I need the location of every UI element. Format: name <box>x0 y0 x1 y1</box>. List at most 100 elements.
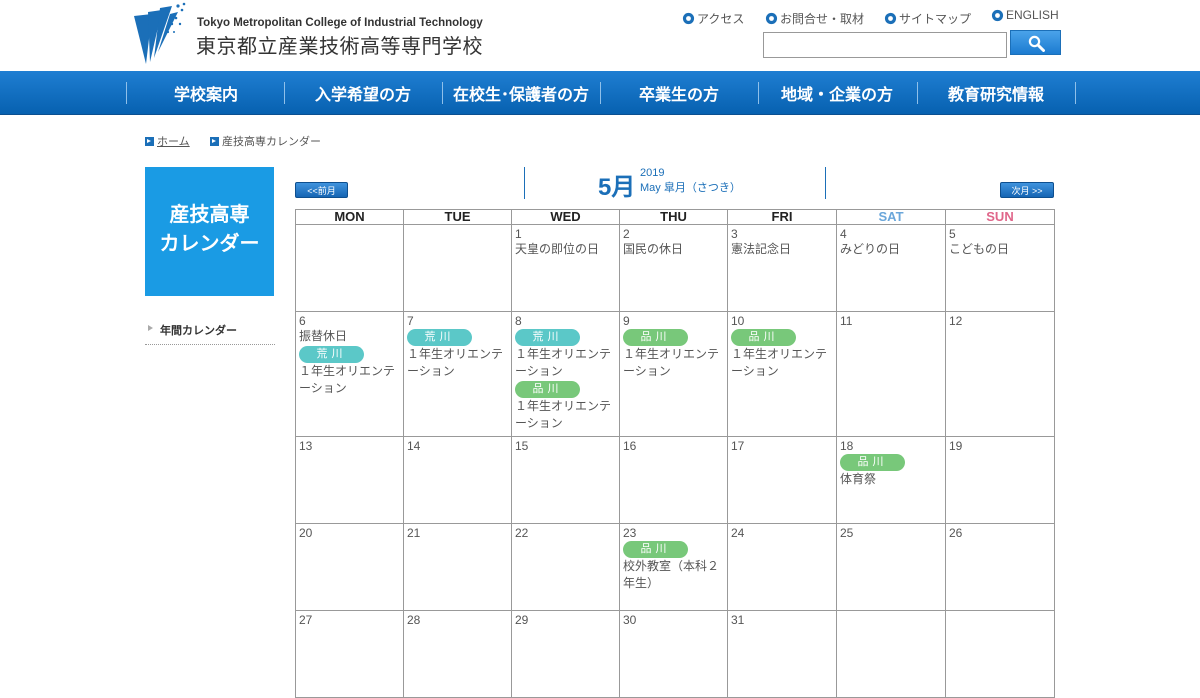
campus-badge: 荒川 <box>515 329 580 346</box>
nav-item-about[interactable]: 学校案内 <box>127 71 285 115</box>
calendar-day-cell: 15 <box>511 437 619 524</box>
event-text: １年生オリエンテーション <box>731 347 828 378</box>
calendar-day-cell: 8 荒川 １年生オリエンテーション 品川 １年生オリエンテーション <box>511 312 619 437</box>
day-number: 3 <box>731 227 738 241</box>
calendar-day-cell: 9 品川 １年生オリエンテーション <box>619 312 727 437</box>
arrow-right-icon <box>210 136 219 146</box>
weekday-header-thu: THU <box>619 209 727 225</box>
campus-badge: 品川 <box>840 454 905 471</box>
calendar-day-cell: 17 <box>727 437 836 524</box>
nav-item-applicants[interactable]: 入学希望の方 <box>284 71 442 115</box>
event-text: 国民の休日 <box>623 242 684 256</box>
util-link-label: アクセス <box>697 12 745 26</box>
calendar-day-cell: 5 こどもの日 <box>945 225 1055 312</box>
util-link-contact[interactable]: お問合せ・取材 <box>765 10 864 27</box>
calendar-day-cell: 26 <box>945 524 1055 611</box>
day-number: 23 <box>623 526 637 540</box>
calendar-day-cell <box>836 611 945 698</box>
calendar-day-cell: 11 <box>836 312 945 437</box>
weekday-header-sun: SUN <box>945 209 1055 225</box>
sidebar-item-annual-calendar[interactable]: 年間カレンダー <box>145 318 275 345</box>
day-number: 12 <box>949 314 963 328</box>
sidebar-title-line2: カレンダー <box>159 233 260 255</box>
search-input[interactable] <box>763 32 1007 58</box>
calendar-day-cell: 1 天皇の即位の日 <box>511 225 619 312</box>
day-number: 5 <box>949 227 956 241</box>
breadcrumb-current-label: 産技高専カレンダー <box>222 136 321 148</box>
day-number: 24 <box>731 526 745 540</box>
day-number: 29 <box>515 613 529 627</box>
calendar-day-cell <box>403 225 511 312</box>
day-number: 9 <box>623 314 630 328</box>
gear-icon <box>765 12 778 25</box>
sidebar-item-label: 年間カレンダー <box>160 325 237 337</box>
calendar-day-cell: 30 <box>619 611 727 698</box>
college-emblem-icon <box>134 2 186 64</box>
event-text: 校外教室（本科２年生） <box>623 559 720 590</box>
calendar-day-cell: 10 品川 １年生オリエンテーション <box>727 312 836 437</box>
nav-item-students-parents[interactable]: 在校生･保護者の方 <box>442 71 600 115</box>
sidebar-title: 産技高専 カレンダー <box>145 167 274 296</box>
day-number: 18 <box>840 439 854 453</box>
day-number: 1 <box>515 227 522 241</box>
day-number: 4 <box>840 227 847 241</box>
calendar-day-cell: 20 <box>295 524 403 611</box>
campus-badge: 荒川 <box>299 346 364 363</box>
day-number: 19 <box>949 439 963 453</box>
calendar-day-cell: 3 憲法記念日 <box>727 225 836 312</box>
calendar-day-cell: 12 <box>945 312 1055 437</box>
weekday-header-tue: TUE <box>403 209 511 225</box>
event-text: こどもの日 <box>949 242 1010 256</box>
event-text: １年生オリエンテーション <box>515 399 612 430</box>
calendar-day-cell: 27 <box>295 611 403 698</box>
campus-badge: 品川 <box>515 381 580 398</box>
weekday-header-wed: WED <box>511 209 619 225</box>
prev-month-button[interactable]: <<前月 <box>295 182 348 198</box>
nav-item-education-research[interactable]: 教育研究情報 <box>917 71 1075 115</box>
day-number: 13 <box>299 439 313 453</box>
calendar-day-cell: 21 <box>403 524 511 611</box>
util-link-english[interactable]: ENGLISH <box>991 8 1059 22</box>
day-number: 28 <box>407 613 421 627</box>
day-number: 16 <box>623 439 637 453</box>
weekday-header-mon: MON <box>295 209 403 225</box>
month-number: 5月 <box>598 174 636 201</box>
day-number: 11 <box>840 314 853 328</box>
day-number: 6 <box>299 314 306 328</box>
campus-badge: 品川 <box>623 541 688 558</box>
day-number: 26 <box>949 526 963 540</box>
gear-icon <box>682 12 695 25</box>
campus-badge: 品川 <box>731 329 796 346</box>
calendar-day-cell: 7 荒川 １年生オリエンテーション <box>403 312 511 437</box>
day-number: 8 <box>515 314 522 328</box>
calendar-day-cell: 14 <box>403 437 511 524</box>
breadcrumb-current: 産技高専カレンダー <box>210 133 321 149</box>
breadcrumb-home[interactable]: ホーム <box>145 133 190 149</box>
breadcrumb-home-link[interactable]: ホーム <box>157 133 190 149</box>
day-number: 17 <box>731 439 745 453</box>
calendar-day-cell: 2 国民の休日 <box>619 225 727 312</box>
month-english-name: May 皐月（さつき） <box>640 182 741 194</box>
event-text: １年生オリエンテーション <box>299 364 396 395</box>
triangle-right-icon <box>148 325 153 331</box>
calendar-day-cell: 22 <box>511 524 619 611</box>
util-link-label: サイトマップ <box>899 12 972 26</box>
month-title: 5月 2019 May 皐月（さつき） <box>524 167 826 201</box>
event-text: 振替休日 <box>299 329 348 343</box>
day-number: 30 <box>623 613 637 627</box>
util-link-access[interactable]: アクセス <box>682 10 744 27</box>
search-button[interactable] <box>1010 30 1061 55</box>
sidebar-title-line1: 産技高専 <box>169 204 250 226</box>
site-logo[interactable]: Tokyo Metropolitan College of Industrial… <box>132 2 483 66</box>
util-link-sitemap[interactable]: サイトマップ <box>884 10 971 27</box>
calendar-day-cell <box>295 225 403 312</box>
logo-english-name: Tokyo Metropolitan College of Industrial… <box>197 17 483 29</box>
weekday-header-sat: SAT <box>836 209 945 225</box>
nav-item-graduates[interactable]: 卒業生の方 <box>600 71 758 115</box>
event-text: 体育祭 <box>840 472 877 486</box>
search-icon <box>1028 35 1045 52</box>
next-month-button[interactable]: 次月 >> <box>1000 182 1054 198</box>
weekday-header-row: MON TUE WED THU FRI SAT SUN <box>295 209 1055 225</box>
nav-item-community-business[interactable]: 地域・企業の方 <box>758 71 916 115</box>
day-number: 20 <box>299 526 313 540</box>
